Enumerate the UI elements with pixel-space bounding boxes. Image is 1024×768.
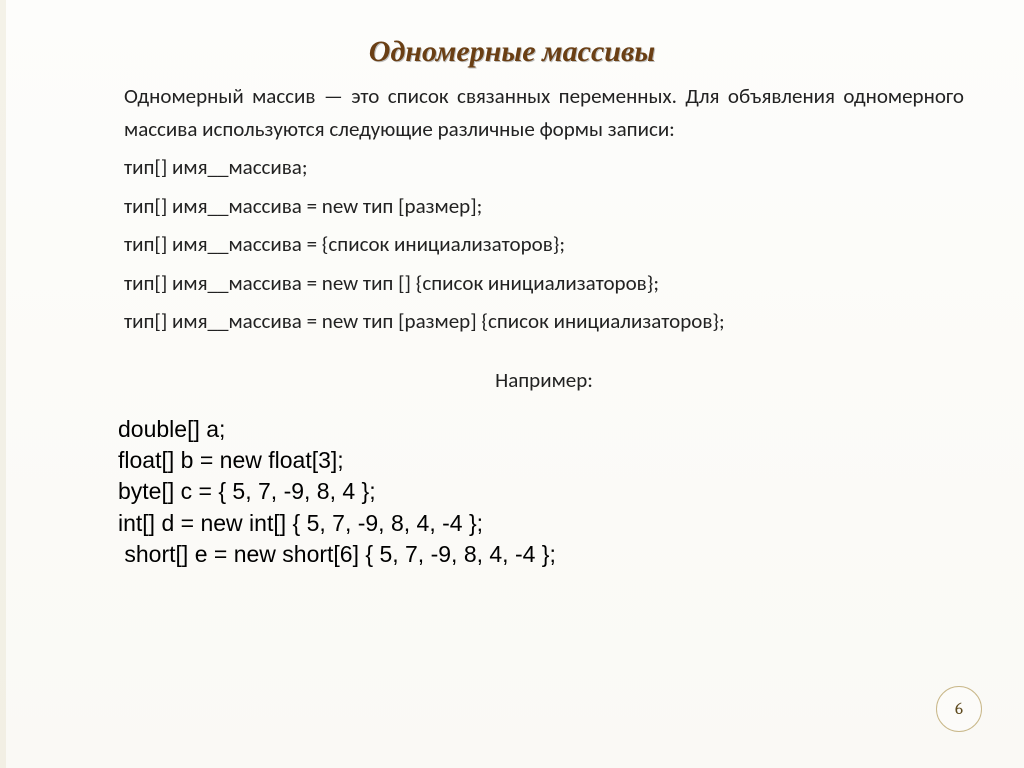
code-line: double[] a; [118, 414, 964, 445]
code-line: int[] d = new int[] { 5, 7, -9, 8, 4, -4… [118, 508, 964, 539]
page-number-badge: 6 [936, 686, 982, 732]
code-line: byte[] c = { 5, 7, -9, 8, 4 }; [118, 476, 964, 507]
syntax-line: тип[] имя__массива = new тип [размер]; [124, 190, 964, 223]
code-example: double[] a; float[] b = new float[3]; by… [118, 414, 964, 569]
left-edge-decoration [0, 0, 6, 768]
syntax-line: тип[] имя__массива = new тип [] {список … [124, 267, 964, 300]
syntax-line: тип[] имя__массива = new тип [размер] {с… [124, 305, 964, 338]
example-label: Например: [124, 364, 964, 397]
slide: Одномерные массивы Одномерный массив — э… [0, 0, 1024, 768]
page-number: 6 [955, 700, 963, 719]
syntax-line: тип[] имя__массива = {список инициализат… [124, 228, 964, 261]
slide-title: Одномерные массивы [0, 34, 1024, 69]
slide-body: Одномерный массив — это список связанных… [124, 80, 964, 570]
code-line: short[] e = new short[6] { 5, 7, -9, 8, … [118, 539, 964, 570]
syntax-line: тип[] имя__массива; [124, 151, 964, 184]
code-line: float[] b = new float[3]; [118, 445, 964, 476]
intro-paragraph: Одномерный массив — это список связанных… [124, 80, 964, 145]
